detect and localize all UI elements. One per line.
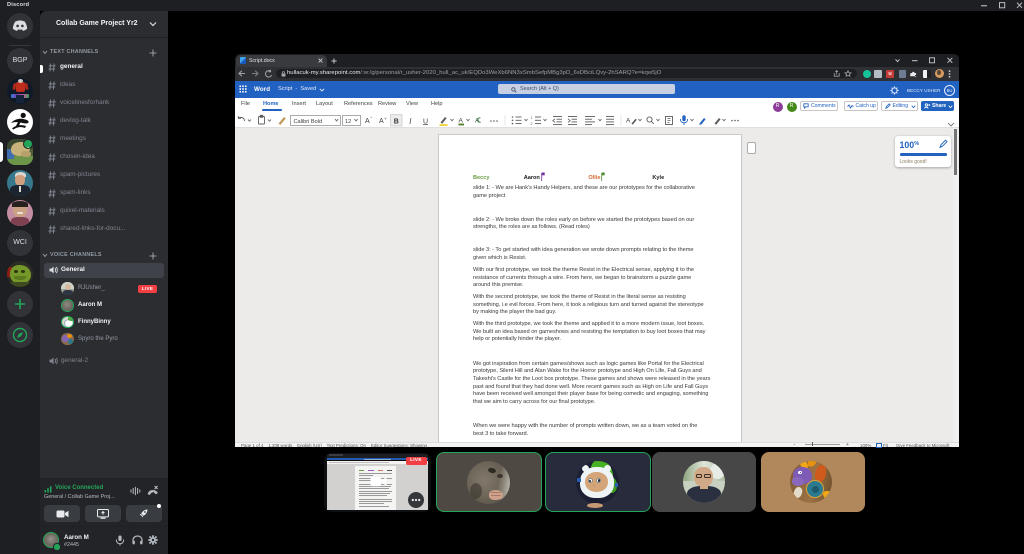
svg-text:I: I [408, 116, 412, 125]
svg-text:B: B [394, 118, 399, 125]
svg-text:A: A [626, 117, 631, 124]
svg-text:A: A [365, 118, 370, 125]
svg-text:^: ^ [371, 115, 373, 120]
svg-text:A: A [379, 118, 384, 125]
svg-text:A: A [459, 117, 464, 124]
svg-text:Calibri Bold: Calibri Bold [294, 118, 323, 124]
svg-text:U: U [423, 118, 428, 125]
svg-text:2: 2 [531, 122, 533, 126]
svg-text:12: 12 [345, 118, 351, 124]
svg-text:1: 1 [531, 116, 533, 120]
svg-text:v: v [385, 115, 387, 120]
